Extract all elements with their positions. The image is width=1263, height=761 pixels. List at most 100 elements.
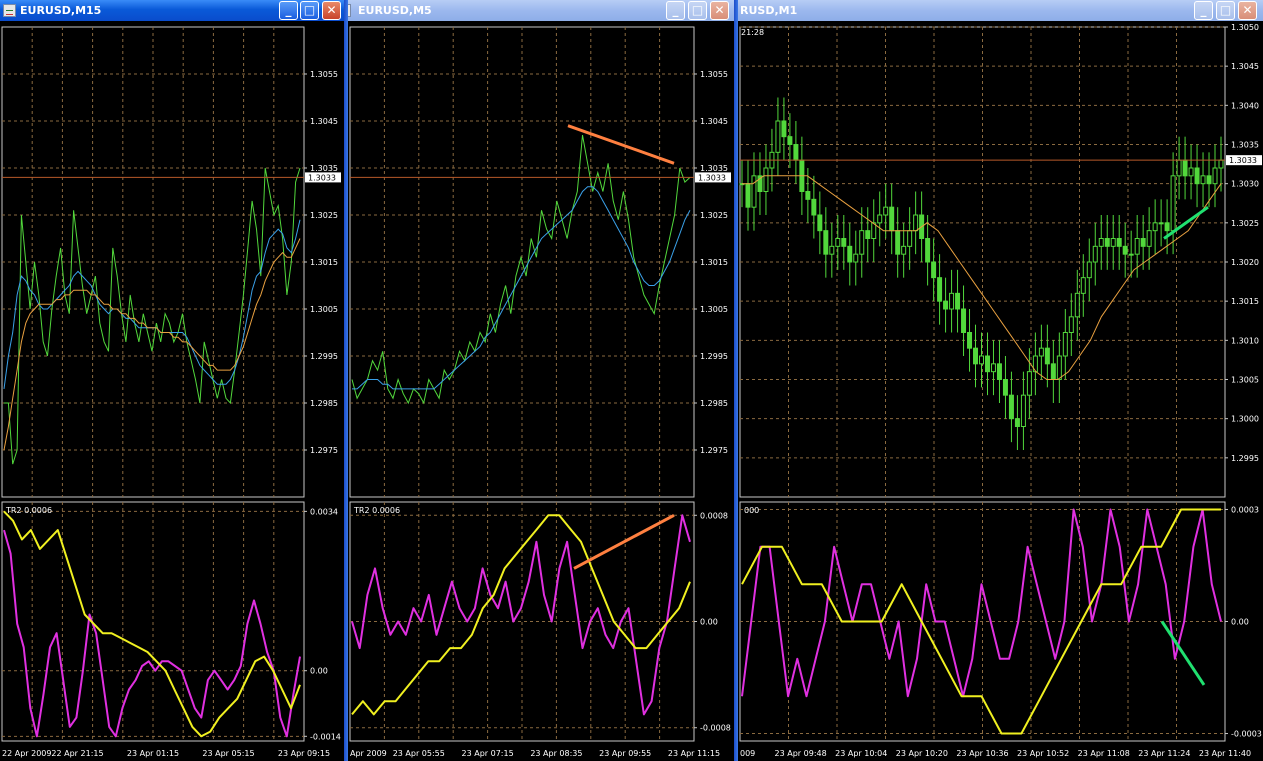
- price-axis-label: 1.3030: [1231, 180, 1259, 189]
- candle-body: [1164, 222, 1170, 232]
- candle-body: [1206, 175, 1212, 185]
- candle-body: [1194, 167, 1200, 185]
- chart-window-m15[interactable]: EURUSD,M15 _ □ ✕ 1.3055 1.3045 1.3035 1.302…: [0, 0, 344, 761]
- price-axis-label: 1.3025: [700, 211, 728, 220]
- price-axis-label: 1.3015: [700, 258, 728, 267]
- candle-body: [1068, 316, 1074, 334]
- candle-body: [1008, 394, 1014, 420]
- indicator-label: TR2 0.0006: [5, 506, 52, 515]
- price-axis-label: 1.3025: [310, 211, 338, 220]
- chart-m15[interactable]: 1.3055 1.3045 1.3035 1.3025 1.3015 1.3005 1.29…: [0, 21, 344, 761]
- candle-body: [931, 261, 937, 279]
- candle-body: [1002, 379, 1008, 396]
- indicator-line-indicator-fast: [351, 514, 691, 716]
- candle-body: [1170, 175, 1176, 232]
- close-button[interactable]: ✕: [322, 1, 341, 20]
- price-axis-label: 1.3000: [1231, 415, 1259, 424]
- price-axis-label: 1.3045: [1231, 62, 1259, 71]
- maximize-button[interactable]: □: [1216, 1, 1235, 20]
- price-axis-label: 1.3035: [700, 164, 728, 173]
- indicator-axis-label: -0.0003: [1231, 730, 1262, 739]
- time-axis-label: 23 Apr 09:15: [278, 749, 330, 758]
- candle-body: [984, 355, 990, 373]
- minimize-button[interactable]: _: [1194, 1, 1213, 20]
- time-axis-label: 22 Apr 2009: [2, 749, 51, 758]
- price-axis-label: 1.3040: [1231, 101, 1259, 110]
- chart-app-icon: [348, 4, 351, 17]
- candle-body: [1044, 347, 1050, 365]
- indicator-axis-label: 0.00: [310, 667, 328, 676]
- candle-body: [1134, 238, 1140, 255]
- close-button[interactable]: ✕: [1238, 1, 1257, 20]
- time-axis-label: 23 Apr 11:24: [1138, 749, 1190, 758]
- chart-window-m1[interactable]: RUSD,M1 _ □ ✕ 1.3050 1.3045 1.3040 1.3035 1.…: [738, 0, 1263, 761]
- series-line-price: [351, 135, 691, 405]
- window-titlebar[interactable]: RUSD,M1 _ □ ✕: [738, 0, 1263, 21]
- indicator-axis-label: 0.00: [1231, 618, 1249, 627]
- candle-body: [1110, 238, 1116, 247]
- candle-body: [961, 308, 967, 333]
- price-axis-label: 1.2995: [1231, 454, 1259, 463]
- candle-body: [925, 238, 931, 263]
- price-axis-label: 1.3055: [310, 70, 338, 79]
- time-axis-label: 23 Apr 09:48: [775, 749, 827, 758]
- series-line-price: [4, 167, 301, 465]
- candle-body: [793, 144, 799, 161]
- candle-body: [1122, 245, 1128, 255]
- candle-body: [1098, 238, 1104, 247]
- candle-body: [865, 230, 871, 240]
- price-axis-label: 1.3050: [1231, 23, 1259, 32]
- time-axis-label: Apr 2009: [350, 749, 387, 758]
- current-price-label: 1.3033: [698, 173, 726, 182]
- chart-window-m5[interactable]: EURUSD,M5 _ □ ✕ 1.3055 1.3045 1.3035 1.3025…: [348, 0, 734, 761]
- minimize-button[interactable]: _: [666, 1, 685, 20]
- current-price-label: 1.3033: [1229, 156, 1257, 165]
- window-titlebar[interactable]: EURUSD,M15 _ □ ✕: [0, 0, 344, 21]
- price-axis-label: 1.3045: [700, 117, 728, 126]
- chart-m5[interactable]: 1.3055 1.3045 1.3035 1.3025 1.3015 1.3005 1.29…: [348, 21, 734, 761]
- candle-body: [889, 206, 895, 232]
- candle-body: [1218, 159, 1224, 169]
- candle-body: [1146, 230, 1152, 247]
- close-button[interactable]: ✕: [710, 1, 729, 20]
- price-axis-label: 1.3020: [1231, 258, 1259, 267]
- candle-body: [853, 253, 859, 263]
- indicator-line-indicator-fast: [3, 529, 301, 738]
- candle-body: [1074, 292, 1080, 318]
- price-axis-label: 1.3035: [1231, 141, 1259, 150]
- price-axis-label: 1.3005: [310, 305, 338, 314]
- indicator-axis-label: 0.0003: [1231, 505, 1259, 514]
- window-titlebar[interactable]: EURUSD,M5 _ □ ✕: [348, 0, 734, 21]
- price-axis-label: 1.2995: [310, 352, 338, 361]
- candle-body: [1200, 175, 1206, 185]
- candle-body: [1026, 371, 1032, 396]
- candle-body: [745, 183, 751, 208]
- divergence-line-indicator: [573, 513, 675, 570]
- time-axis-label: 23 Apr 11:40: [1199, 749, 1251, 758]
- indicator-panel-frame: [1, 501, 305, 742]
- chart-m1[interactable]: 1.3050 1.3045 1.3040 1.3035 1.3030 1.3025 1.30…: [738, 21, 1263, 761]
- candle-body: [841, 238, 847, 247]
- candle-body: [1152, 222, 1158, 232]
- window-title: RUSD,M1: [740, 4, 798, 17]
- minimize-button[interactable]: _: [279, 1, 298, 20]
- price-axis-label: 1.3015: [310, 258, 338, 267]
- window-title: EURUSD,M15: [20, 4, 102, 17]
- candle-body: [847, 245, 853, 263]
- candle-body: [1092, 245, 1098, 263]
- time-axis-label: 23 Apr 08:35: [530, 749, 582, 758]
- candle-body: [1014, 418, 1020, 427]
- candle-body: [1038, 347, 1044, 357]
- price-axis-label: 1.2995: [700, 352, 728, 361]
- candle-body: [805, 191, 811, 200]
- maximize-button[interactable]: □: [688, 1, 707, 20]
- candle-body: [823, 230, 829, 255]
- price-axis-label: 1.3005: [1231, 376, 1259, 385]
- candle-body: [835, 238, 841, 247]
- time-axis-label: 23 Apr 07:15: [462, 749, 514, 758]
- candle-body: [817, 214, 823, 232]
- maximize-button[interactable]: □: [300, 1, 319, 20]
- candle-body: [1188, 167, 1194, 177]
- indicator-axis-label: 0.0034: [310, 507, 338, 516]
- candle-body: [913, 214, 919, 232]
